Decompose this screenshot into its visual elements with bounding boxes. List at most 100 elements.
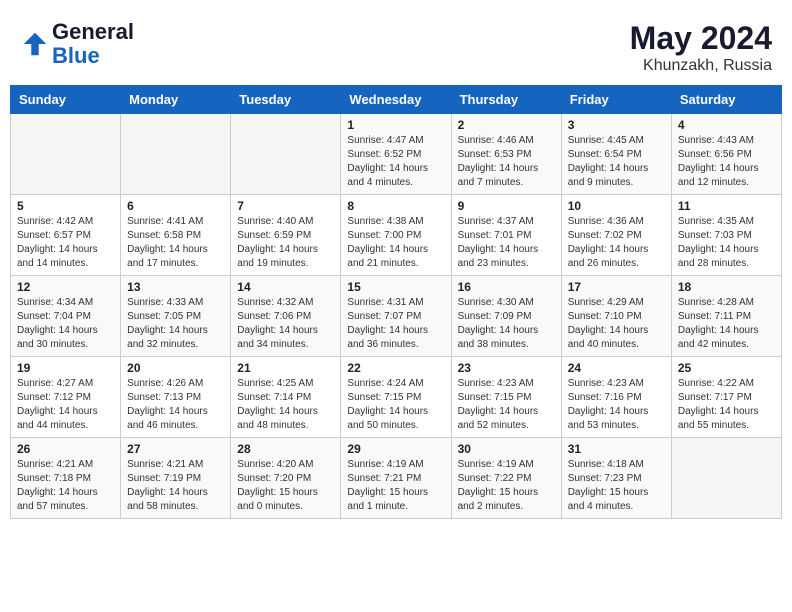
day-detail: Sunrise: 4:23 AM Sunset: 7:15 PM Dayligh… [458, 377, 555, 433]
day-number: 4 [678, 118, 775, 132]
day-number: 27 [127, 442, 224, 456]
day-detail: Sunrise: 4:41 AM Sunset: 6:58 PM Dayligh… [127, 215, 224, 271]
day-number: 21 [237, 361, 334, 375]
calendar-header: SundayMondayTuesdayWednesdayThursdayFrid… [11, 86, 782, 114]
calendar-week-4: 19 Sunrise: 4:27 AM Sunset: 7:12 PM Dayli… [11, 357, 782, 438]
calendar-cell: 31 Sunrise: 4:18 AM Sunset: 7:23 PM Dayli… [561, 438, 671, 519]
title-block: May 2024 Khunzakh, Russia [630, 20, 772, 75]
day-detail: Sunrise: 4:34 AM Sunset: 7:04 PM Dayligh… [17, 296, 114, 352]
calendar-cell: 20Sunrise: 4:26 AM Sunset: 7:13 PM Dayli… [121, 357, 231, 438]
calendar-cell: 29Sunrise: 4:19 AM Sunset: 7:21 PM Dayli… [341, 438, 451, 519]
day-detail: Sunrise: 4:23 AM Sunset: 7:16 PM Dayligh… [568, 377, 665, 433]
calendar-cell: 8Sunrise: 4:38 AM Sunset: 7:00 PM Daylig… [341, 195, 451, 276]
calendar-cell: 16 Sunrise: 4:30 AM Sunset: 7:09 PM Dayli… [451, 276, 561, 357]
day-detail: Sunrise: 4:19 AM Sunset: 7:21 PM Dayligh… [347, 458, 444, 514]
calendar-cell: 27 Sunrise: 4:21 AM Sunset: 7:19 PM Dayli… [121, 438, 231, 519]
day-number: 11 [678, 199, 775, 213]
day-detail: Sunrise: 4:47 AM Sunset: 6:52 PM Dayligh… [347, 134, 444, 190]
day-detail: Sunrise: 4:46 AM Sunset: 6:53 PM Dayligh… [458, 134, 555, 190]
calendar-cell: 24 Sunrise: 4:23 AM Sunset: 7:16 PM Dayli… [561, 357, 671, 438]
header-day-saturday: Saturday [671, 86, 781, 114]
calendar-cell: 13 Sunrise: 4:33 AM Sunset: 7:05 PM Dayli… [121, 276, 231, 357]
location: Khunzakh, Russia [630, 57, 772, 75]
day-detail: Sunrise: 4:20 AM Sunset: 7:20 PM Dayligh… [237, 458, 334, 514]
calendar-cell: 2 Sunrise: 4:46 AM Sunset: 6:53 PM Daylig… [451, 114, 561, 195]
day-number: 31 [568, 442, 665, 456]
day-detail: Sunrise: 4:33 AM Sunset: 7:05 PM Dayligh… [127, 296, 224, 352]
header-day-sunday: Sunday [11, 86, 121, 114]
day-number: 15 [347, 280, 444, 294]
calendar-cell: 25 Sunrise: 4:22 AM Sunset: 7:17 PM Dayli… [671, 357, 781, 438]
calendar-cell: 19 Sunrise: 4:27 AM Sunset: 7:12 PM Dayli… [11, 357, 121, 438]
day-number: 24 [568, 361, 665, 375]
day-detail: Sunrise: 4:18 AM Sunset: 7:23 PM Dayligh… [568, 458, 665, 514]
day-detail: Sunrise: 4:42 AM Sunset: 6:57 PM Dayligh… [17, 215, 114, 271]
day-number: 22 [347, 361, 444, 375]
calendar-cell: 7 Sunrise: 4:40 AM Sunset: 6:59 PM Daylig… [231, 195, 341, 276]
day-number: 14 [237, 280, 334, 294]
calendar-cell: 15 Sunrise: 4:31 AM Sunset: 7:07 PM Dayli… [341, 276, 451, 357]
day-number: 9 [458, 199, 555, 213]
day-detail: Sunrise: 4:22 AM Sunset: 7:17 PM Dayligh… [678, 377, 775, 433]
calendar-cell: 26 Sunrise: 4:21 AM Sunset: 7:18 PM Dayli… [11, 438, 121, 519]
calendar-cell: 23 Sunrise: 4:23 AM Sunset: 7:15 PM Dayli… [451, 357, 561, 438]
day-number: 28 [237, 442, 334, 456]
calendar-cell: 30Sunrise: 4:19 AM Sunset: 7:22 PM Dayli… [451, 438, 561, 519]
day-detail: Sunrise: 4:19 AM Sunset: 7:22 PM Dayligh… [458, 458, 555, 514]
day-detail: Sunrise: 4:32 AM Sunset: 7:06 PM Dayligh… [237, 296, 334, 352]
day-detail: Sunrise: 4:30 AM Sunset: 7:09 PM Dayligh… [458, 296, 555, 352]
calendar-cell [231, 114, 341, 195]
header-day-thursday: Thursday [451, 86, 561, 114]
day-detail: Sunrise: 4:21 AM Sunset: 7:19 PM Dayligh… [127, 458, 224, 514]
day-number: 1 [347, 118, 444, 132]
day-detail: Sunrise: 4:21 AM Sunset: 7:18 PM Dayligh… [17, 458, 114, 514]
header-day-tuesday: Tuesday [231, 86, 341, 114]
logo-icon [20, 29, 50, 59]
day-detail: Sunrise: 4:25 AM Sunset: 7:14 PM Dayligh… [237, 377, 334, 433]
day-detail: Sunrise: 4:27 AM Sunset: 7:12 PM Dayligh… [17, 377, 114, 433]
day-number: 20 [127, 361, 224, 375]
day-number: 5 [17, 199, 114, 213]
day-detail: Sunrise: 4:36 AM Sunset: 7:02 PM Dayligh… [568, 215, 665, 271]
day-number: 23 [458, 361, 555, 375]
calendar-cell: 11Sunrise: 4:35 AM Sunset: 7:03 PM Dayli… [671, 195, 781, 276]
day-detail: Sunrise: 4:43 AM Sunset: 6:56 PM Dayligh… [678, 134, 775, 190]
calendar-cell: 17 Sunrise: 4:29 AM Sunset: 7:10 PM Dayli… [561, 276, 671, 357]
calendar-week-2: 5 Sunrise: 4:42 AM Sunset: 6:57 PM Daylig… [11, 195, 782, 276]
calendar-week-1: 1 Sunrise: 4:47 AM Sunset: 6:52 PM Daylig… [11, 114, 782, 195]
calendar-cell [121, 114, 231, 195]
calendar-cell: 6 Sunrise: 4:41 AM Sunset: 6:58 PM Daylig… [121, 195, 231, 276]
day-detail: Sunrise: 4:31 AM Sunset: 7:07 PM Dayligh… [347, 296, 444, 352]
header-day-wednesday: Wednesday [341, 86, 451, 114]
day-number: 25 [678, 361, 775, 375]
calendar-cell: 5 Sunrise: 4:42 AM Sunset: 6:57 PM Daylig… [11, 195, 121, 276]
calendar-week-3: 12 Sunrise: 4:34 AM Sunset: 7:04 PM Dayli… [11, 276, 782, 357]
day-number: 7 [237, 199, 334, 213]
day-number: 13 [127, 280, 224, 294]
calendar-body: 1 Sunrise: 4:47 AM Sunset: 6:52 PM Daylig… [11, 114, 782, 519]
day-number: 6 [127, 199, 224, 213]
calendar-cell: 1 Sunrise: 4:47 AM Sunset: 6:52 PM Daylig… [341, 114, 451, 195]
day-number: 2 [458, 118, 555, 132]
day-number: 26 [17, 442, 114, 456]
day-detail: Sunrise: 4:38 AM Sunset: 7:00 PM Dayligh… [347, 215, 444, 271]
day-detail: Sunrise: 4:45 AM Sunset: 6:54 PM Dayligh… [568, 134, 665, 190]
day-detail: Sunrise: 4:29 AM Sunset: 7:10 PM Dayligh… [568, 296, 665, 352]
page-header: General Blue May 2024 Khunzakh, Russia [10, 10, 782, 80]
calendar-cell: 4 Sunrise: 4:43 AM Sunset: 6:56 PM Daylig… [671, 114, 781, 195]
header-day-monday: Monday [121, 86, 231, 114]
header-day-friday: Friday [561, 86, 671, 114]
day-number: 10 [568, 199, 665, 213]
calendar-cell [671, 438, 781, 519]
day-number: 12 [17, 280, 114, 294]
day-number: 16 [458, 280, 555, 294]
day-number: 3 [568, 118, 665, 132]
day-number: 17 [568, 280, 665, 294]
calendar-cell: 3 Sunrise: 4:45 AM Sunset: 6:54 PM Daylig… [561, 114, 671, 195]
calendar-cell: 22Sunrise: 4:24 AM Sunset: 7:15 PM Dayli… [341, 357, 451, 438]
month-year: May 2024 [630, 20, 772, 57]
calendar-cell: 21 Sunrise: 4:25 AM Sunset: 7:14 PM Dayli… [231, 357, 341, 438]
calendar-cell: 12 Sunrise: 4:34 AM Sunset: 7:04 PM Dayli… [11, 276, 121, 357]
day-number: 19 [17, 361, 114, 375]
day-detail: Sunrise: 4:40 AM Sunset: 6:59 PM Dayligh… [237, 215, 334, 271]
